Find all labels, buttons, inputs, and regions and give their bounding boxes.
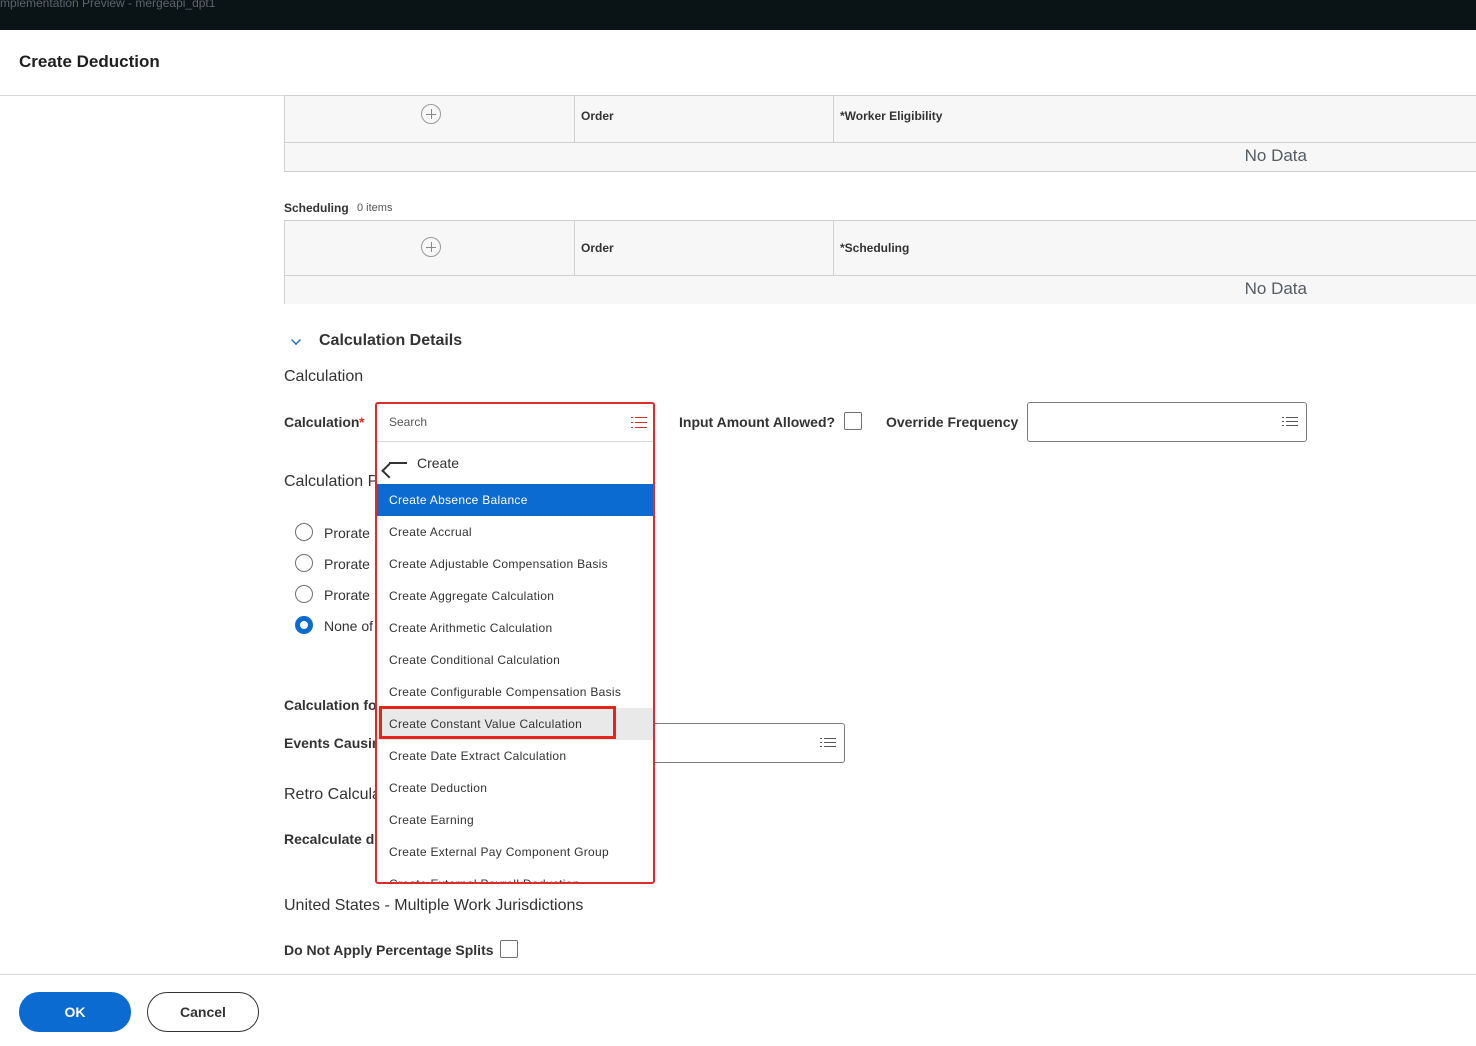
add-row-cell [285, 96, 575, 142]
radio-label: None of [324, 618, 374, 634]
radio-none[interactable] [295, 616, 313, 634]
percentage-splits-label: Do Not Apply Percentage Splits [284, 942, 494, 958]
calculation-for-label: Calculation for [284, 697, 383, 713]
required-mark: * [359, 414, 365, 430]
input-amount-checkbox[interactable] [844, 412, 862, 430]
environment-bar: mplementation Preview - mergeapi_dpt1 [0, 0, 1476, 30]
column-worker-eligibility[interactable]: *Worker Eligibility [834, 96, 1476, 142]
column-scheduling[interactable]: *Scheduling [834, 221, 1476, 275]
highlight-box [379, 706, 616, 739]
radio-label: Prorate [324, 556, 370, 572]
dropdown-back-label: Create [417, 455, 460, 471]
column-order[interactable]: Order [575, 221, 834, 275]
list-item[interactable]: Create Date Extract Calculation [377, 740, 653, 772]
dropdown-list: Create Absence Balance Create Accrual Cr… [377, 484, 653, 882]
percentage-splits-checkbox[interactable] [500, 940, 518, 958]
list-item[interactable]: Create External Payroll Deduction [377, 868, 653, 882]
radio-prorate-3[interactable] [295, 585, 313, 603]
collapse-chevron-icon[interactable] [291, 335, 301, 345]
grid-body: No Data [285, 143, 1476, 171]
environment-label: mplementation Preview - mergeapi_dpt1 [0, 0, 216, 10]
list-icon [1282, 417, 1298, 429]
radio-prorate-2[interactable] [295, 554, 313, 572]
page-title: Create Deduction [19, 52, 160, 71]
grid-header: Order *Worker Eligibility [285, 96, 1476, 143]
override-frequency-input[interactable] [1027, 402, 1307, 442]
back-arrow-icon[interactable] [389, 462, 407, 464]
list-item[interactable]: Create Absence Balance [377, 484, 653, 516]
add-row-cell [285, 221, 575, 275]
cancel-button[interactable]: Cancel [147, 992, 259, 1032]
list-item[interactable]: Create Configurable Compensation Basis [377, 676, 653, 708]
list-item[interactable]: Create Aggregate Calculation [377, 580, 653, 612]
calculation-details-title[interactable]: Calculation Details [319, 332, 462, 350]
add-row-icon[interactable] [421, 237, 441, 257]
proration-label: Calculation P [284, 473, 379, 490]
grid-header: Order *Scheduling [285, 221, 1476, 276]
list-item[interactable]: Create Earning [377, 804, 653, 836]
worker-eligibility-grid: Order *Worker Eligibility No Data [284, 95, 1476, 172]
search-input[interactable]: Search [389, 415, 427, 429]
input-amount-label: Input Amount Allowed? [679, 414, 836, 430]
footer-bar: OK Cancel [0, 974, 1476, 1046]
calculation-subsection: Calculation [284, 368, 364, 385]
calculation-label: Calculation [284, 414, 360, 430]
list-item[interactable]: Create Arithmetic Calculation [377, 612, 653, 644]
no-data-text: No Data [1244, 146, 1307, 165]
list-item[interactable]: Create Deduction [377, 772, 653, 804]
radio-label: Prorate [324, 525, 370, 541]
ok-button[interactable]: OK [19, 992, 131, 1032]
radio-prorate-1[interactable] [295, 523, 313, 541]
radio-label: Prorate [324, 587, 370, 603]
scheduling-label: Scheduling [284, 201, 349, 215]
no-data-text: No Data [1244, 279, 1307, 298]
recalculate-label: Recalculate du [284, 831, 383, 847]
calculation-dropdown: Search Create Create Absence Balance Cre… [375, 402, 655, 884]
list-item[interactable]: Create External Pay Component Group [377, 836, 653, 868]
scheduling-grid: Order *Scheduling No Data [284, 220, 1476, 304]
page-header: Create Deduction [0, 30, 1476, 96]
list-icon[interactable] [631, 417, 647, 429]
grid-body: No Data [285, 276, 1476, 304]
list-icon [820, 738, 836, 750]
column-order[interactable]: Order [575, 96, 834, 142]
scheduling-count: 0 items [357, 202, 393, 214]
dropdown-search[interactable]: Search [377, 404, 653, 442]
list-item[interactable]: Create Adjustable Compensation Basis [377, 548, 653, 580]
list-item[interactable]: Create Accrual [377, 516, 653, 548]
retro-calculation-label: Retro Calcula [284, 786, 381, 803]
override-frequency-label: Override Frequency [886, 414, 1019, 430]
list-item[interactable]: Create Conditional Calculation [377, 644, 653, 676]
jurisdictions-label: United States - Multiple Work Jurisdicti… [284, 897, 584, 914]
add-row-icon[interactable] [421, 104, 441, 124]
events-causing-label: Events Causing [284, 735, 390, 751]
dropdown-back[interactable]: Create [377, 443, 653, 483]
